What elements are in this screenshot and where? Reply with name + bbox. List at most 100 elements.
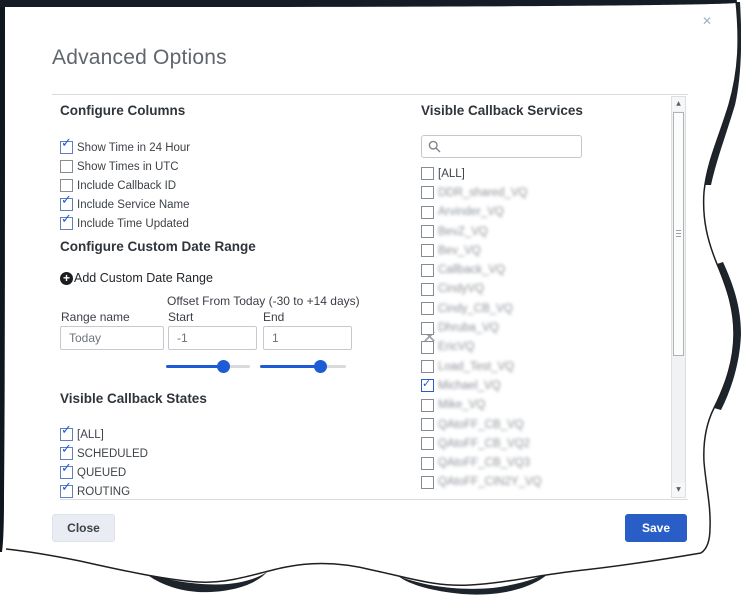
checkbox-option[interactable]: BevZ_VQ (421, 222, 542, 241)
checkbox[interactable] (421, 302, 434, 315)
checkbox-option[interactable]: QAtoFF_CIN2Y_VQ (421, 473, 542, 492)
checkbox-option[interactable]: EricVQ (421, 338, 542, 357)
checkbox-option[interactable]: DDR_shared_VQ (421, 183, 542, 202)
checkbox-label: CindyVQ (438, 283, 484, 295)
checkbox[interactable] (421, 360, 434, 373)
checkbox[interactable] (421, 225, 434, 238)
checkbox-label: Mike_VQ (438, 399, 485, 411)
custom-date-range-heading: Configure Custom Date Range (60, 239, 256, 254)
checkbox[interactable] (421, 264, 434, 277)
checkbox[interactable] (421, 322, 434, 335)
vertical-scrollbar[interactable]: ▲ ▼ (671, 96, 686, 498)
checkbox[interactable] (421, 399, 434, 412)
checkbox[interactable] (60, 141, 73, 154)
checkbox-label: Michael_VQ (438, 380, 501, 392)
checkbox-option[interactable]: Michael_VQ (421, 376, 542, 395)
checkbox-label: Dhruba_VQ (438, 322, 499, 334)
checkbox[interactable] (60, 447, 73, 460)
callback-states-heading: Visible Callback States (60, 391, 207, 406)
checkbox-option[interactable]: Cindy_CB_VQ (421, 299, 542, 318)
checkbox-label: Arvinder_VQ (438, 206, 504, 218)
scroll-up-button[interactable]: ▲ (672, 97, 685, 111)
checkbox[interactable] (421, 379, 434, 392)
start-label: Start (168, 310, 193, 324)
checkbox[interactable] (421, 457, 434, 470)
checkbox-label: QAtoFF_CB_VQ2 (438, 438, 530, 450)
add-custom-date-range-label: Add Custom Date Range (74, 271, 213, 285)
checkbox[interactable] (421, 167, 434, 180)
checkbox-option[interactable]: Show Times in UTC (60, 157, 190, 176)
start-offset-input[interactable] (168, 326, 257, 350)
checkbox-label: [ALL] (77, 429, 104, 441)
checkbox-label: Cindy_CB_VQ (438, 303, 513, 315)
checkbox-label: QAtoFF_CB_VQ (438, 419, 524, 431)
checkbox-option[interactable]: Include Time Updated (60, 214, 190, 233)
checkbox-option[interactable]: Include Service Name (60, 195, 190, 214)
end-offset-slider[interactable] (260, 365, 346, 368)
slider-thumb[interactable] (217, 360, 230, 373)
checkbox[interactable] (60, 198, 73, 211)
content-bottom-divider (60, 499, 688, 500)
checkbox-label: Callback_VQ (438, 264, 505, 276)
checkbox-option[interactable]: Arvinder_VQ (421, 203, 542, 222)
checkbox-label: BevZ_VQ (438, 226, 488, 238)
checkbox-option[interactable]: Show Time in 24 Hour (60, 138, 190, 157)
checkbox[interactable] (421, 244, 434, 257)
services-search-box[interactable] (421, 135, 582, 158)
search-icon (428, 140, 441, 153)
close-button[interactable]: Close (52, 514, 115, 542)
callback-states-list: [ALL] SCHEDULED QUEUED (60, 425, 148, 499)
page-title: Advanced Options (52, 46, 227, 70)
checkbox-label: QAtoFF_CB_VQ3 (438, 457, 530, 469)
checkbox[interactable] (421, 283, 434, 296)
slider-thumb[interactable] (314, 360, 327, 373)
checkbox-option[interactable]: [ALL] (60, 425, 148, 444)
checkbox-label: Include Time Updated (77, 218, 189, 230)
checkbox[interactable] (60, 485, 73, 498)
services-search-input[interactable] (446, 139, 575, 155)
range-name-label: Range name (61, 310, 130, 324)
configure-columns-list: Show Time in 24 Hour Show Times in UTC I… (60, 138, 190, 233)
end-offset-input[interactable] (263, 326, 352, 350)
checkbox-option[interactable]: Bev_VQ (421, 241, 542, 260)
configure-columns-heading: Configure Columns (60, 103, 185, 118)
checkbox[interactable] (60, 179, 73, 192)
checkbox-label: Show Time in 24 Hour (77, 142, 190, 154)
checkbox[interactable] (421, 418, 434, 431)
checkbox-option[interactable]: Mike_VQ (421, 396, 542, 415)
checkbox[interactable] (60, 217, 73, 230)
scrollbar-thumb[interactable] (673, 112, 684, 356)
close-icon[interactable]: ✕ (702, 14, 712, 28)
checkbox-label: ROUTING (77, 486, 130, 498)
checkbox-label: EricVQ (438, 341, 474, 353)
checkbox-option[interactable]: Callback_VQ (421, 260, 542, 279)
checkbox[interactable] (421, 476, 434, 489)
checkbox-option[interactable]: QUEUED (60, 463, 148, 482)
checkbox-option[interactable]: QAtoFF_CB_VQ3 (421, 453, 542, 472)
checkbox[interactable] (60, 466, 73, 479)
checkbox-option[interactable]: SCHEDULED (60, 444, 148, 463)
end-label: End (263, 310, 284, 324)
start-offset-slider[interactable] (166, 365, 250, 368)
save-button[interactable]: Save (625, 514, 687, 542)
checkbox-option[interactable]: [ALL] (421, 164, 542, 183)
checkbox[interactable] (421, 437, 434, 450)
checkbox-option[interactable]: Include Callback ID (60, 176, 190, 195)
checkbox[interactable] (421, 186, 434, 199)
dialog-scroll-area: Configure Columns Show Time in 24 Hour S… (0, 95, 741, 499)
scroll-down-button[interactable]: ▼ (672, 483, 685, 497)
checkbox[interactable] (60, 428, 73, 441)
checkbox-option[interactable]: Load_Test_VQ (421, 357, 542, 376)
checkbox-option[interactable]: QAtoFF_CB_VQ2 (421, 434, 542, 453)
add-custom-date-range-link[interactable]: + Add Custom Date Range (60, 271, 213, 285)
checkbox-label: DDR_shared_VQ (438, 187, 527, 199)
range-name-input[interactable] (60, 326, 164, 350)
checkbox-label: Show Times in UTC (77, 161, 179, 173)
checkbox[interactable] (421, 341, 434, 354)
checkbox-option[interactable]: ROUTING (60, 482, 148, 499)
checkbox[interactable] (421, 206, 434, 219)
checkbox[interactable] (60, 160, 73, 173)
checkbox-option[interactable]: QAtoFF_CB_VQ (421, 415, 542, 434)
checkbox-option[interactable]: Dhruba_VQ (421, 318, 542, 337)
checkbox-option[interactable]: CindyVQ (421, 280, 542, 299)
